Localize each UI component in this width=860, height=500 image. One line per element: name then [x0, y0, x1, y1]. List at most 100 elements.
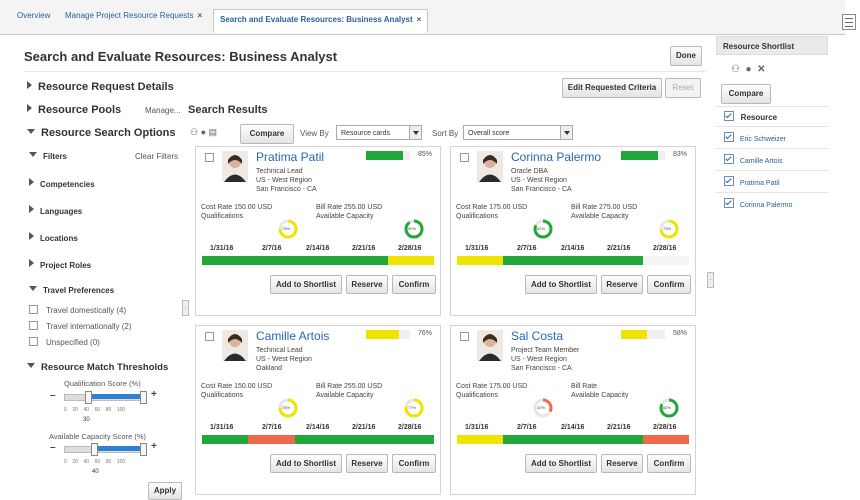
confirm-button[interactable]: Confirm: [392, 275, 436, 294]
increase-icon[interactable]: +: [151, 389, 157, 400]
shortlist-item[interactable]: Pratima Patil: [724, 176, 780, 187]
select-checkbox[interactable]: [460, 332, 469, 341]
panel-toggle-icon[interactable]: [842, 14, 856, 30]
filter-travel-preferences[interactable]: Travel Preferences: [29, 286, 114, 295]
done-button[interactable]: Done: [670, 46, 702, 66]
checkbox[interactable]: [724, 154, 734, 164]
people-icon[interactable]: ⚇: [731, 64, 740, 75]
expand-icon: [29, 259, 34, 267]
clear-filters-link[interactable]: Clear Filters: [135, 152, 178, 161]
section-resource-request-details[interactable]: Resource Request Details: [27, 81, 174, 93]
checkbox[interactable]: [29, 337, 38, 346]
confirm-button[interactable]: Confirm: [647, 275, 691, 294]
results-toolbar-icons: ⚇ ● ▤: [190, 127, 217, 138]
resource-role: Technical Lead: [256, 168, 303, 175]
sort-by-select[interactable]: Overall score: [463, 125, 573, 140]
filter-project-roles[interactable]: Project Roles: [29, 259, 91, 270]
checkbox[interactable]: [29, 305, 38, 314]
collapse-icon: [29, 152, 37, 157]
add-to-shortlist-button[interactable]: Add to Shortlist: [270, 454, 342, 473]
splitter-handle[interactable]: ·: [707, 272, 714, 288]
capacity-value: 40: [92, 469, 99, 475]
add-to-shortlist-button[interactable]: Add to Shortlist: [270, 275, 342, 294]
edit-requested-criteria-button[interactable]: Edit Requested Criteria: [562, 78, 662, 98]
decrease-icon[interactable]: –: [50, 442, 56, 453]
timeline-date: 2/7/16: [517, 245, 537, 252]
splitter-handle[interactable]: ·: [182, 300, 189, 316]
timeline-segment: [642, 435, 690, 444]
tab-close-icon[interactable]: ×: [198, 11, 203, 20]
travel-option[interactable]: Travel internationally (2): [29, 321, 132, 331]
checkbox[interactable]: [724, 111, 734, 121]
checkbox[interactable]: [724, 176, 734, 186]
checkbox[interactable]: [29, 321, 38, 330]
timeline-segment: [202, 435, 249, 444]
resource-name-link[interactable]: Camille Artois: [256, 329, 329, 343]
resource-name-link[interactable]: Sal Costa: [511, 329, 563, 343]
timeline-date: 2/7/16: [262, 424, 282, 431]
capacity-slider[interactable]: [58, 443, 150, 456]
select-checkbox[interactable]: [460, 153, 469, 162]
shortlist-compare-button[interactable]: Compare: [721, 84, 771, 104]
check-circle-icon[interactable]: ●: [746, 64, 752, 75]
grid-icon[interactable]: ▤: [209, 127, 218, 137]
reserve-button[interactable]: Reserve: [601, 454, 643, 473]
timeline-date: 2/21/16: [352, 424, 376, 431]
confirm-button[interactable]: Confirm: [647, 454, 691, 473]
timeline-date: 1/31/16: [210, 245, 234, 252]
qualification-slider[interactable]: [58, 391, 150, 404]
tab-close-icon[interactable]: ×: [417, 15, 422, 24]
overall-score-bar: [621, 151, 665, 160]
travel-option[interactable]: Unspecified (0): [29, 337, 100, 347]
reserve-button[interactable]: Reserve: [346, 454, 388, 473]
resource-name-link[interactable]: Corinna Palermo: [511, 150, 601, 164]
timeline-date: 2/21/16: [352, 245, 376, 252]
checkbox[interactable]: [724, 198, 734, 208]
decrease-icon[interactable]: –: [50, 390, 56, 401]
apply-button[interactable]: Apply: [148, 482, 182, 500]
cost-rate: Cost Rate 175.00 USD: [456, 204, 528, 211]
filter-competencies[interactable]: Competencies: [29, 178, 95, 189]
available-capacity-label: Available Capacity: [571, 392, 629, 399]
confirm-button[interactable]: Confirm: [392, 454, 436, 473]
capacity-score: 77%: [408, 405, 417, 410]
travel-option[interactable]: Travel domestically (4): [29, 305, 126, 315]
add-to-shortlist-button[interactable]: Add to Shortlist: [525, 454, 597, 473]
tab-search-evaluate[interactable]: Search and Evaluate Resources: Business …: [213, 9, 429, 33]
shortlist-item[interactable]: Eric Schweizer: [724, 132, 786, 143]
shortlist-item[interactable]: Camille Artois: [724, 154, 783, 165]
tab-overview[interactable]: Overview: [17, 11, 50, 20]
timeline-segment: [596, 435, 643, 444]
select-checkbox[interactable]: [205, 153, 214, 162]
section-match-thresholds[interactable]: Resource Match Thresholds: [27, 362, 168, 373]
reserve-button[interactable]: Reserve: [601, 275, 643, 294]
checkbox[interactable]: [724, 132, 734, 142]
increase-icon[interactable]: +: [151, 441, 157, 452]
filter-locations[interactable]: Locations: [29, 232, 78, 243]
resource-region: US - West Region: [511, 356, 567, 363]
reset-button[interactable]: Reset: [665, 78, 701, 98]
filters-header[interactable]: Filters: [29, 152, 67, 161]
view-by-select[interactable]: Resource cards: [336, 125, 422, 140]
resource-card: Sal Costa 58% Project Team Member US - West…: [450, 325, 696, 495]
tab-manage-requests[interactable]: Manage Project Resource Requests ×: [65, 11, 202, 20]
overall-score-bar: [366, 151, 410, 160]
people-icon[interactable]: ⚇: [190, 127, 198, 137]
section-resource-pools[interactable]: Resource Pools: [27, 104, 121, 116]
slider-ticks: 0 20 40 60 80 100: [64, 459, 126, 465]
compare-button[interactable]: Compare: [240, 124, 294, 144]
add-to-shortlist-button[interactable]: Add to Shortlist: [525, 275, 597, 294]
timeline-segment: [341, 256, 388, 265]
resource-name-link[interactable]: Pratima Patil: [256, 150, 324, 164]
timeline-segment: [294, 435, 342, 444]
manage-pools-link[interactable]: Manage...: [145, 106, 181, 115]
filter-languages[interactable]: Languages: [29, 205, 82, 216]
select-checkbox[interactable]: [205, 332, 214, 341]
section-resource-search-options[interactable]: Resource Search Options: [27, 127, 176, 139]
check-circle-icon[interactable]: ●: [201, 127, 206, 137]
remove-icon[interactable]: ✕: [757, 64, 765, 75]
shortlist-item[interactable]: Corinna Palermo: [724, 198, 792, 209]
overall-score: 58%: [673, 330, 688, 337]
collapse-icon: [29, 286, 37, 291]
reserve-button[interactable]: Reserve: [346, 275, 388, 294]
